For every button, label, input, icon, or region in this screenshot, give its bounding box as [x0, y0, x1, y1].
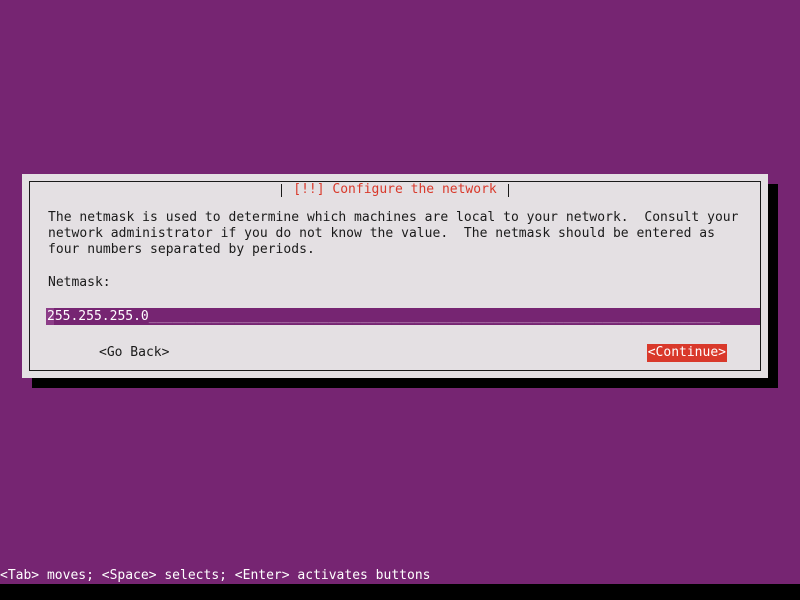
- title-left-tick-icon: [281, 183, 283, 197]
- continue-button[interactable]: <Continue>: [646, 344, 727, 362]
- dialog-button-row: <Go Back> <Continue>: [30, 344, 760, 362]
- page-title: [!!] Configure the network: [293, 182, 497, 197]
- body-line-3: four numbers separated by periods.: [48, 242, 315, 257]
- go-back-button[interactable]: <Go Back>: [98, 344, 170, 362]
- body-line-1: The netmask is used to determine which m…: [48, 210, 739, 225]
- status-bar-hints: <Tab> moves; <Space> selects; <Enter> ac…: [0, 568, 800, 584]
- dialog-title-band: [!!] Configure the network: [30, 182, 760, 198]
- screen-bottom-band: [0, 584, 800, 600]
- configure-network-dialog: [!!] Configure the network The netmask i…: [22, 174, 778, 388]
- body-line-2: network administrator if you do not know…: [48, 226, 715, 241]
- netmask-field-label: Netmask:: [48, 275, 111, 290]
- title-right-tick-icon: [507, 183, 509, 197]
- netmask-input[interactable]: 255.255.255.0 ___________________________…: [46, 308, 760, 325]
- dialog-border-frame: [!!] Configure the network The netmask i…: [29, 181, 761, 371]
- netmask-input-value: 255.255.255.0: [47, 309, 149, 324]
- installer-screen: [!!] Configure the network The netmask i…: [0, 0, 800, 600]
- dialog-title-container: [!!] Configure the network: [282, 182, 508, 198]
- dialog-surface: [!!] Configure the network The netmask i…: [22, 174, 768, 378]
- netmask-input-fill: ________________________________________…: [148, 309, 721, 324]
- dialog-body-text: The netmask is used to determine which m…: [48, 210, 746, 291]
